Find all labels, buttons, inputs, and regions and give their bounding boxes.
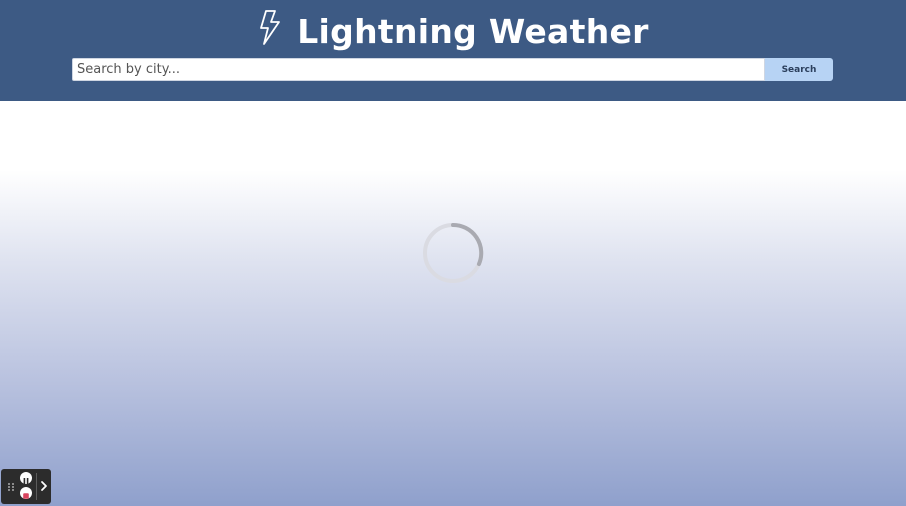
drag-handle-icon[interactable] [7, 482, 15, 492]
recorder-control-panel [1, 469, 51, 504]
stop-button[interactable] [20, 487, 32, 499]
search-button[interactable]: Search [765, 58, 833, 81]
stop-icon [23, 493, 29, 499]
search-input[interactable] [72, 58, 765, 81]
chevron-right-icon[interactable] [39, 479, 49, 493]
app-title: Lightning Weather [297, 11, 649, 51]
pause-icon [23, 478, 29, 484]
loading-spinner-icon [423, 222, 484, 283]
lightning-bolt-icon [260, 10, 281, 45]
title-row: Lightning Weather [0, 6, 906, 56]
app-header: Lightning Weather Search [0, 0, 906, 101]
control-divider [36, 473, 37, 500]
pause-button[interactable] [20, 472, 32, 484]
